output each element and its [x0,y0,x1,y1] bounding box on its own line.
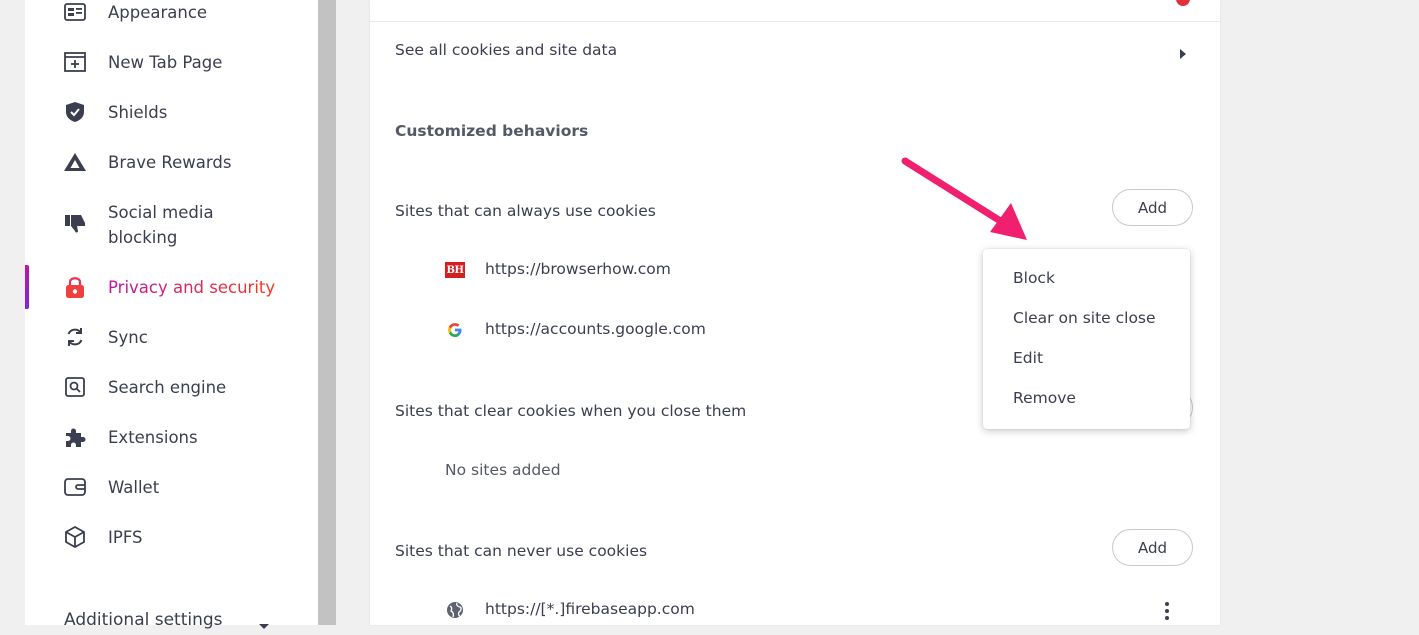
chevron-right-icon [1179,45,1187,64]
sidebar-item-label: IPFS [108,528,143,547]
sidebar-item-label: Appearance [108,3,208,22]
rewards-triangle-icon [63,150,87,174]
sidebar-item-social-media-blocking[interactable]: Social media blocking [25,200,318,250]
sidebar-item-ipfs[interactable]: IPFS [25,525,318,550]
see-all-cookies-label: See all cookies and site data [395,41,618,59]
sidebar-item-brave-rewards[interactable]: Brave Rewards [25,150,318,175]
add-block-site-button[interactable]: Add [1112,529,1193,566]
settings-sidebar: Appearance New Tab Page Shields Brave Re… [25,0,318,630]
sidebar-item-label: Shields [108,103,168,122]
sidebar-item-label: Extensions [108,428,198,447]
sidebar-item-privacy-and-security[interactable]: Privacy and security [25,275,318,300]
google-icon [445,320,465,340]
sidebar-scrollbar[interactable] [318,0,336,625]
thumbs-down-icon [63,212,87,236]
sidebar-item-wallet[interactable]: Wallet [25,475,318,500]
sidebar-item-search-engine[interactable]: Search engine [25,375,318,400]
menu-item-clear-on-site-close[interactable]: Clear on site close [983,298,1190,338]
allow-section-label: Sites that can always use cookies [395,202,656,220]
toggle-partial [1176,0,1190,6]
puzzle-icon [63,425,87,449]
bh-logo-icon: BH [445,260,465,280]
sidebar-item-label: Brave Rewards [108,153,232,172]
wallet-icon [63,475,87,499]
sidebar-item-label: New Tab Page [108,53,223,72]
lock-icon [63,275,87,299]
sidebar-item-new-tab-page[interactable]: New Tab Page [25,50,318,75]
menu-item-remove[interactable]: Remove [983,378,1190,418]
appearance-icon [63,0,87,24]
sidebar-item-label: Search engine [108,378,227,397]
globe-icon [445,600,465,620]
site-url: https://accounts.google.com [485,320,706,338]
clear-section-label: Sites that clear cookies when you close … [395,402,747,420]
new-tab-icon [63,50,87,74]
sidebar-item-label: Sync [108,328,148,347]
site-url: https://[*.]firebaseapp.com [485,600,695,618]
sync-icon [63,325,87,349]
see-all-cookies-row[interactable]: See all cookies and site data [370,22,1220,80]
sidebar-item-appearance[interactable]: Appearance [25,0,318,25]
sidebar-item-sync[interactable]: Sync [25,325,318,350]
more-vert-icon[interactable] [1164,601,1170,621]
sidebar-item-shields[interactable]: Shields [25,100,318,125]
sidebar-item-extensions[interactable]: Extensions [25,425,318,450]
shield-icon [63,100,87,124]
chevron-down-icon[interactable] [258,616,270,635]
menu-item-block[interactable]: Block [983,258,1190,298]
cube-icon [63,525,87,549]
customized-behaviors-title: Customized behaviors [395,122,589,140]
menu-item-edit[interactable]: Edit [983,338,1190,378]
add-allow-site-button[interactable]: Add [1112,189,1193,226]
block-section-label: Sites that can never use cookies [395,542,648,560]
site-actions-menu: Block Clear on site close Edit Remove [983,249,1190,429]
search-engine-icon [63,375,87,399]
sidebar-item-label: Privacy and security [108,275,275,300]
sidebar-item-label: Social media blocking [108,203,214,247]
sidebar-item-label: Wallet [108,478,160,497]
additional-settings-label[interactable]: Additional settings [64,610,223,630]
no-sites-added: No sites added [445,461,561,479]
page-gutter [336,0,370,625]
site-url: https://browserhow.com [485,260,671,278]
